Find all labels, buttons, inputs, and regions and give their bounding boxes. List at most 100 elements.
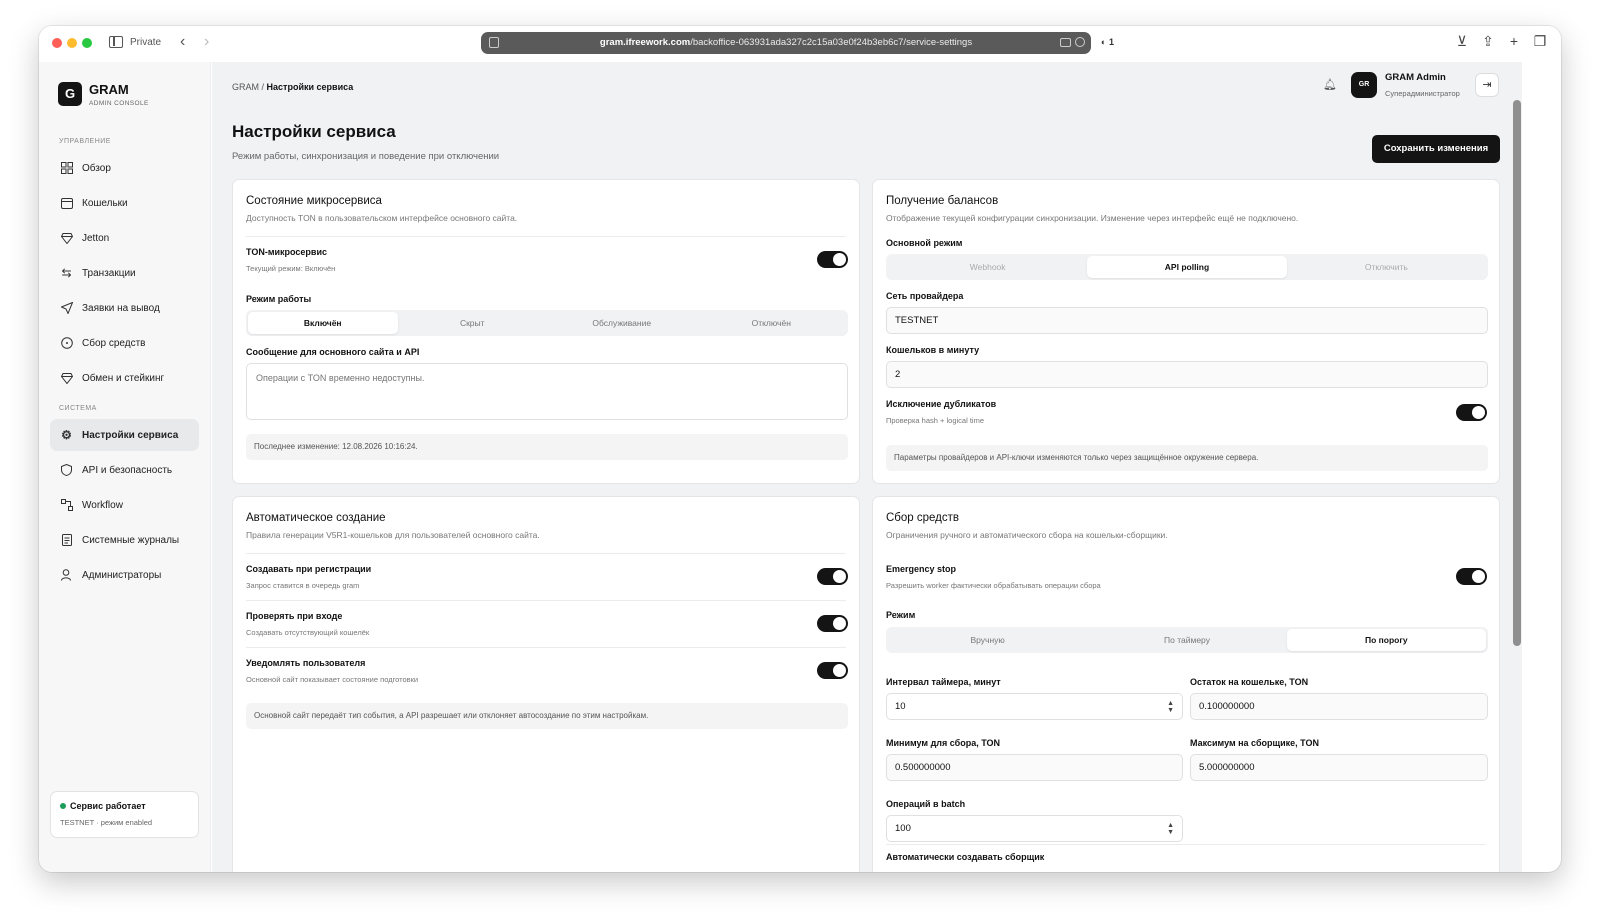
stepper-arrows-icon[interactable]: ▲ ▼ — [1167, 822, 1174, 836]
create-on-registration-toggle[interactable] — [817, 568, 848, 585]
sidebar-item-transactions[interactable]: ⇆ Транзакции — [50, 257, 199, 289]
page-title: Настройки сервиса — [232, 122, 396, 141]
forward-icon[interactable]: › — [204, 33, 209, 51]
mode-option-timer[interactable]: По таймеру — [1087, 629, 1286, 651]
wallets-per-minute-label: Кошельков в минуту — [886, 345, 980, 355]
sidebar-item-label: Сбор средств — [82, 337, 146, 349]
collection-card: Сбор средств Ограничения ручного и автом… — [872, 496, 1500, 872]
message-textarea[interactable] — [246, 363, 848, 420]
timer-interval-stepper[interactable]: 10 ▲ ▼ — [886, 693, 1183, 720]
reload-icon[interactable] — [1075, 37, 1085, 47]
section-label-system: СИСТЕМА — [59, 405, 97, 412]
mode-option-webhook[interactable]: Webhook — [888, 256, 1087, 278]
autocreate-row-label: Проверять при входе — [246, 611, 343, 621]
admin-role: Суперадминистратор — [1385, 89, 1460, 98]
autocreate-row-hint: Создавать отсутствующий кошелёк — [246, 628, 370, 637]
sidebar-item-collection[interactable]: Сбор средств — [50, 327, 199, 359]
back-icon[interactable]: ‹ — [180, 33, 185, 51]
ton-microservice-label: TON-микросервис — [246, 247, 327, 257]
send-icon — [60, 302, 73, 315]
sidebar-item-api-security[interactable]: API и безопасность — [50, 454, 199, 486]
ton-microservice-toggle[interactable] — [817, 251, 848, 268]
share-icon[interactable]: ⇪ — [1481, 34, 1495, 48]
browser-tools: ⊻ ⇪ + ❐ — [1455, 34, 1547, 48]
mode-option-hidden[interactable]: Скрыт — [398, 312, 548, 334]
scrollbar[interactable] — [1513, 100, 1521, 646]
stepper-arrows-icon[interactable]: ▲ ▼ — [1167, 700, 1174, 714]
wallets-per-minute-field[interactable]: 2 — [886, 361, 1488, 388]
autocreate-row-label: Создавать при регистрации — [246, 564, 372, 574]
tabs-overview-icon[interactable]: ❐ — [1533, 34, 1547, 48]
provider-network-field[interactable]: TESTNET — [886, 307, 1488, 334]
sidebar-item-workflow[interactable]: Workflow — [50, 489, 199, 521]
breadcrumb-root[interactable]: GRAM — [232, 82, 259, 92]
shield-counter[interactable]: ◐ 1 — [1101, 37, 1114, 47]
divider — [246, 236, 846, 237]
logout-icon[interactable]: ⇥ — [1475, 73, 1499, 97]
check-on-login-toggle[interactable] — [817, 615, 848, 632]
mode-option-api-polling[interactable]: API polling — [1087, 256, 1287, 278]
collection-mode-selector: Вручную По таймеру По порогу — [886, 627, 1488, 653]
emergency-stop-toggle[interactable] — [1456, 568, 1487, 585]
mode-option-disable[interactable]: Отключить — [1287, 256, 1486, 278]
main-content: GRAM / Настройки сервиса 🔔︎ GR GRAM Admi… — [212, 62, 1522, 872]
sidebar-item-label: Транзакции — [82, 267, 136, 279]
mode-option-enabled[interactable]: Включён — [248, 312, 398, 334]
document-icon — [60, 534, 73, 547]
primary-mode-selector: Webhook API polling Отключить — [886, 254, 1488, 280]
wallet-remainder-label: Остаток на кошельке, TON — [1190, 677, 1309, 687]
min-collection-field[interactable]: 0.500000000 — [886, 754, 1183, 781]
translate-icon[interactable] — [1060, 38, 1071, 47]
browser-toolbar: Private ‹ › gram.ifreework.com/backoffic… — [39, 26, 1561, 62]
save-button[interactable]: Сохранить изменения — [1372, 135, 1500, 163]
sidebar-item-label: Обзор — [82, 162, 111, 174]
mode-option-manual[interactable]: Вручную — [888, 629, 1087, 651]
max-collector-field[interactable]: 5.000000000 — [1190, 754, 1488, 781]
sidebar-item-service-settings[interactable]: ⚙ Настройки сервиса — [50, 419, 199, 451]
sidebar-item-exchange[interactable]: Обмен и стейкинг — [50, 362, 199, 394]
sidebar-item-label: API и безопасность — [82, 464, 173, 476]
dedup-label: Исключение дубликатов — [886, 399, 997, 409]
new-tab-icon[interactable]: + — [1507, 34, 1521, 48]
mode-option-disabled[interactable]: Отключён — [697, 312, 847, 334]
avatar[interactable]: GR — [1351, 72, 1377, 98]
notify-user-toggle[interactable] — [817, 662, 848, 679]
autocreate-note: Основной сайт передаёт тип события, а AP… — [246, 703, 848, 729]
sidebar-item-overview[interactable]: Обзор — [50, 152, 199, 184]
sidebar-item-jetton[interactable]: Jetton — [50, 222, 199, 254]
auto-create-collector-label: Автоматически создавать сборщик — [886, 852, 1045, 862]
batch-ops-stepper[interactable]: 100 ▲ ▼ — [886, 815, 1183, 842]
sidebar-item-system-logs[interactable]: Системные журналы — [50, 524, 199, 556]
primary-mode-label: Основной режим — [886, 238, 963, 248]
sidebar-item-label: Системные журналы — [82, 534, 180, 546]
autocreate-row-hint: Основной сайт показывает состояние подго… — [246, 675, 419, 684]
sidebar-item-withdrawals[interactable]: Заявки на вывод — [50, 292, 199, 324]
bell-icon[interactable]: 🔔︎ — [1319, 74, 1341, 96]
download-icon[interactable]: ⊻ — [1455, 34, 1469, 48]
address-bar[interactable]: gram.ifreework.com/backoffice-063931ada3… — [481, 32, 1091, 54]
admin-name: GRAM Admin — [1385, 72, 1446, 83]
dedup-toggle[interactable] — [1456, 404, 1487, 421]
mode-option-threshold[interactable]: По порогу — [1286, 629, 1486, 651]
brand-subtitle: ADMIN CONSOLE — [89, 100, 149, 107]
divider — [246, 600, 846, 601]
mode-option-maintenance[interactable]: Обслуживание — [547, 312, 697, 334]
microservice-card: Состояние микросервиса Доступность TON в… — [232, 179, 860, 484]
card-description: Отображение текущей конфигурации синхрон… — [886, 213, 1299, 223]
autocreate-card: Автоматическое создание Правила генераци… — [232, 496, 860, 872]
card-description: Доступность TON в пользовательском интер… — [246, 213, 518, 223]
sidebar-item-label: Заявки на вывод — [82, 302, 160, 314]
wallet-remainder-field[interactable]: 0.100000000 — [1190, 693, 1488, 720]
minimize-window-button[interactable] — [67, 38, 77, 48]
sidebar-toggle-icon[interactable] — [109, 36, 123, 48]
page-subtitle: Режим работы, синхронизация и поведение … — [232, 151, 500, 162]
close-window-button[interactable] — [52, 38, 62, 48]
sidebar-item-wallets[interactable]: Кошельки — [50, 187, 199, 219]
sidebar-item-label: Workflow — [82, 499, 123, 511]
divider — [246, 647, 846, 648]
emergency-stop-label: Emergency stop — [886, 564, 957, 574]
sidebar-item-label: Jetton — [82, 232, 110, 244]
sidebar-item-administrators[interactable]: Администраторы — [50, 559, 199, 591]
collection-mode-label: Режим — [886, 610, 916, 620]
maximize-window-button[interactable] — [82, 38, 92, 48]
